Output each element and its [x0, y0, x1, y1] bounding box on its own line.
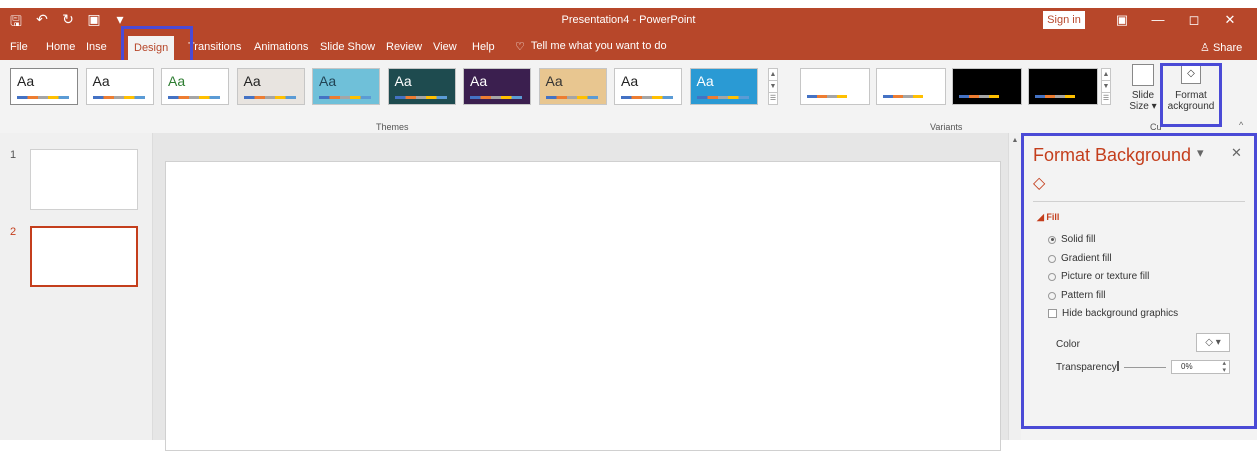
- variant-color-bar: [1035, 95, 1075, 98]
- slide-size-button[interactable]: Slide Size ▾: [1128, 64, 1158, 112]
- theme-label: Aa: [394, 73, 412, 89]
- share-label: Share: [1212, 42, 1243, 54]
- variant-color-bar: [959, 95, 999, 98]
- scroll-up-icon[interactable]: ▲: [1009, 137, 1021, 144]
- slide-thumbnail-pane: 1 2: [0, 133, 153, 440]
- tab-review[interactable]: Review: [386, 41, 422, 53]
- variant-thumbnail[interactable]: [1028, 68, 1098, 105]
- editor-scrollbar[interactable]: ▲: [1008, 133, 1021, 440]
- theme-label: Aa: [621, 73, 639, 89]
- slide-number: 2: [10, 226, 17, 238]
- theme-label: Aa: [243, 73, 261, 89]
- slide-editor: [153, 133, 1008, 451]
- close-icon[interactable]: ✕: [1220, 12, 1240, 28]
- theme-label: Aa: [17, 73, 35, 89]
- theme-thumbnail[interactable]: Aa: [538, 68, 607, 105]
- themes-more[interactable]: ☰: [768, 92, 778, 105]
- top-cropped-strip: [0, 0, 1257, 8]
- tab-view[interactable]: View: [433, 41, 457, 53]
- theme-thumbnail[interactable]: Aa: [312, 68, 380, 105]
- theme-color-bar: [243, 96, 296, 99]
- variant-thumbnail[interactable]: [800, 68, 870, 105]
- theme-thumbnail[interactable]: Aa: [614, 68, 682, 105]
- tab-file[interactable]: File: [10, 41, 28, 53]
- theme-label: Aa: [168, 73, 186, 89]
- variant-thumbnail[interactable]: [952, 68, 1022, 105]
- slide-thumbnail-2[interactable]: [30, 226, 138, 287]
- slide-thumbnail-1[interactable]: [30, 149, 138, 210]
- variant-color-bar: [807, 95, 847, 98]
- tab-home[interactable]: Home: [46, 41, 75, 53]
- theme-color-bar: [394, 96, 447, 99]
- theme-thumbnail[interactable]: Aa: [10, 68, 78, 105]
- variants-group-label: Variants: [930, 122, 963, 132]
- tab-transitions[interactable]: Transitions: [188, 41, 241, 53]
- tab-slide-show[interactable]: Slide Show: [320, 41, 375, 53]
- theme-color-bar: [545, 96, 598, 99]
- theme-thumbnail[interactable]: Aa: [689, 68, 758, 105]
- theme-color-bar: [92, 96, 145, 99]
- variant-thumbnail[interactable]: [876, 68, 946, 105]
- person-icon: ♙: [1200, 42, 1210, 54]
- slide-size-label-1: Slide: [1131, 90, 1155, 101]
- theme-thumbnail[interactable]: Aa: [85, 68, 154, 105]
- theme-color-bar: [696, 96, 749, 99]
- slide-number: 1: [10, 149, 17, 161]
- share-button[interactable]: ♙ Share: [1200, 41, 1242, 54]
- tab-insert[interactable]: Inse: [86, 41, 107, 53]
- theme-thumbnail[interactable]: Aa: [387, 68, 456, 105]
- theme-label: Aa: [319, 73, 337, 89]
- theme-label: Aa: [92, 73, 110, 89]
- theme-label: Aa: [696, 73, 714, 89]
- variant-color-bar: [883, 95, 923, 98]
- themes-group-label: Themes: [376, 122, 409, 132]
- theme-color-bar: [319, 96, 371, 99]
- theme-color-bar: [17, 96, 69, 99]
- tab-animations[interactable]: Animations: [254, 41, 308, 53]
- lightbulb-icon: ♡: [515, 41, 525, 53]
- variants-more[interactable]: ☰: [1101, 92, 1111, 105]
- ribbon-display-icon[interactable]: ▣: [1112, 12, 1132, 28]
- ribbon-design: Aa Aa Aa Aa Aa Aa Aa Aa Aa Aa ▲ ▼ ☰ Themes ▲ ▼ ☰ …: [0, 60, 1257, 134]
- tell-me-text: Tell me what you want to do: [530, 40, 667, 52]
- maximize-icon[interactable]: ◻: [1184, 12, 1204, 28]
- format-background-pane-highlight: [1021, 133, 1257, 429]
- theme-color-bar: [470, 96, 522, 99]
- theme-color-bar: [168, 96, 220, 99]
- theme-thumbnail[interactable]: Aa: [463, 68, 531, 105]
- format-background-highlight: [1160, 63, 1222, 127]
- theme-label: Aa: [545, 73, 563, 89]
- slide-size-icon: [1132, 64, 1154, 86]
- minimize-icon[interactable]: —: [1148, 12, 1168, 27]
- tell-me-box[interactable]: ♡ Tell me what you want to do: [515, 40, 667, 53]
- theme-label: Aa: [470, 73, 488, 89]
- theme-thumbnail[interactable]: Aa: [161, 68, 229, 105]
- current-slide[interactable]: [165, 161, 1001, 451]
- theme-thumbnail[interactable]: Aa: [236, 68, 305, 105]
- theme-color-bar: [621, 96, 673, 99]
- sign-in-button[interactable]: Sign in: [1043, 11, 1085, 29]
- slide-size-label-2: Size ▾: [1129, 101, 1157, 112]
- collapse-ribbon-icon[interactable]: ^: [1239, 120, 1243, 130]
- tab-help[interactable]: Help: [472, 41, 495, 53]
